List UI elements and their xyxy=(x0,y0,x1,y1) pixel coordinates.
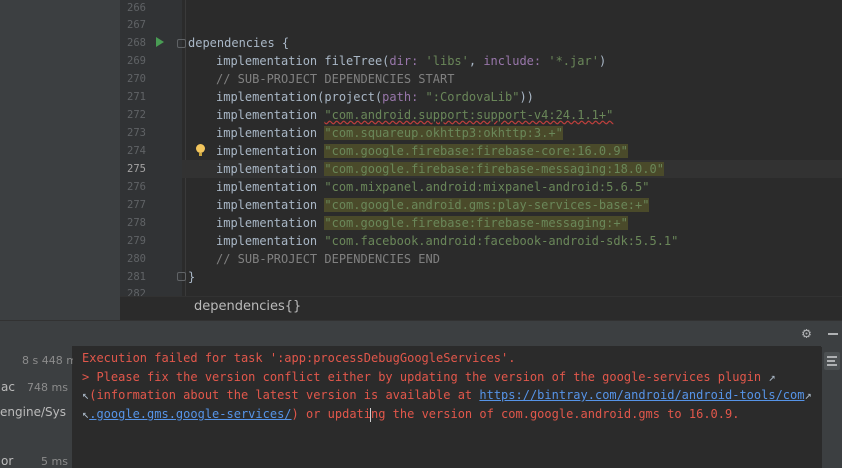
line-number: 269 xyxy=(127,55,146,67)
line-number: 270 xyxy=(127,73,146,85)
console-line: ↖.google.gms.google-services/) or updati… xyxy=(82,407,740,421)
intention-bulb-base xyxy=(199,153,202,156)
line-number: 280 xyxy=(127,253,146,265)
line-number: 267 xyxy=(127,19,146,31)
line-number: 274 xyxy=(127,145,146,157)
console-line: Execution failed for task ':app:processD… xyxy=(82,351,516,365)
code-line-279[interactable]: implementation "com.facebook.android:fac… xyxy=(216,232,678,250)
build-tree-time: 748 ms xyxy=(27,381,68,394)
settings-gear-icon[interactable]: ⚙ xyxy=(802,326,811,341)
code-line-269[interactable]: implementation fileTree(dir: 'libs', inc… xyxy=(216,52,606,70)
build-toolwindow-header xyxy=(0,320,842,347)
text-caret xyxy=(370,408,371,422)
line-number: 273 xyxy=(127,127,146,139)
build-tree-item[interactable]: or xyxy=(1,454,13,468)
fold-marker-icon[interactable] xyxy=(177,39,186,48)
console-line: > Please fix the version conflict either… xyxy=(82,370,776,384)
hide-panel-icon[interactable] xyxy=(828,333,838,335)
code-line-272[interactable]: implementation "com.android.support:supp… xyxy=(216,106,613,124)
code-line-280[interactable]: // SUB-PROJECT DEPENDENCIES END xyxy=(216,250,440,268)
code-line-275[interactable]: implementation "com.google.firebase:fire… xyxy=(216,160,664,178)
line-number: 278 xyxy=(127,217,146,229)
code-line-273[interactable]: implementation "com.squareup.okhttp3:okh… xyxy=(216,124,563,142)
line-number: 277 xyxy=(127,199,146,211)
console-line: ↖(information about the latest version i… xyxy=(82,388,812,402)
soft-wrap-mark-icon: ↗ xyxy=(804,388,812,402)
code-line-277[interactable]: implementation "com.google.android.gms:p… xyxy=(216,196,650,214)
line-number: 281 xyxy=(127,271,146,283)
project-panel xyxy=(0,0,120,320)
code-line-278[interactable]: implementation "com.google.firebase:fire… xyxy=(216,214,628,232)
build-tree-time: 8 s 448 ms xyxy=(22,354,83,367)
code-line-271[interactable]: implementation(project(path: ":CordovaLi… xyxy=(216,88,534,106)
build-tree-item[interactable]: /engine/Sys xyxy=(0,405,66,419)
line-number: 272 xyxy=(127,109,146,121)
bintray-link[interactable]: https://bintray.com/android/android-tool… xyxy=(479,388,804,402)
line-number: 271 xyxy=(127,91,146,103)
soft-wrap-mark-icon: ↗ xyxy=(761,370,776,384)
line-number: 276 xyxy=(127,181,146,193)
build-tree-item[interactable]: ac xyxy=(1,380,15,394)
line-number: 279 xyxy=(127,235,146,247)
line-number-current: 275 xyxy=(127,163,146,175)
intention-bulb-icon[interactable] xyxy=(196,144,205,153)
code-line-281[interactable]: } xyxy=(188,268,195,286)
run-gutter-icon[interactable] xyxy=(156,37,164,47)
line-number: 266 xyxy=(127,2,146,14)
code-line-276[interactable]: implementation "com.mixpanel.android:mix… xyxy=(216,178,649,196)
breadcrumb[interactable]: dependencies{} xyxy=(194,299,301,314)
fold-marker-icon[interactable] xyxy=(177,272,186,281)
build-tree-time: 5 ms xyxy=(41,455,68,468)
code-line-268[interactable]: dependencies { xyxy=(188,34,289,52)
line-number: 282 xyxy=(127,288,146,296)
bintray-link-cont[interactable]: .google.gms.google-services/ xyxy=(89,407,291,421)
soft-wrap-icon[interactable] xyxy=(824,352,840,370)
code-line-274[interactable]: implementation "com.google.firebase:fire… xyxy=(216,142,628,160)
line-number: 268 xyxy=(127,37,146,49)
code-line-270[interactable]: // SUB-PROJECT DEPENDENCIES START xyxy=(216,70,454,88)
